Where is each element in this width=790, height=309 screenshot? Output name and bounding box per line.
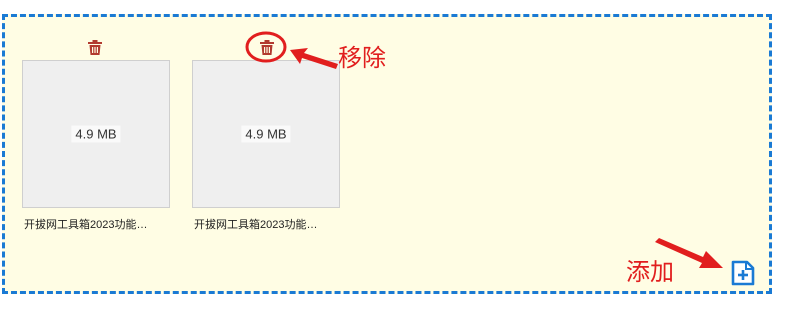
file-thumbnail[interactable]: 4.9 MB xyxy=(22,60,170,208)
annotation-arrow-icon xyxy=(290,48,338,69)
highlight-circle xyxy=(245,31,287,63)
trash-icon[interactable] xyxy=(88,40,102,55)
file-name: 开拔网工具箱2023功能… xyxy=(24,219,148,231)
file-size: 4.9 MB xyxy=(241,125,291,143)
file-size: 4.9 MB xyxy=(71,125,121,143)
file-thumbnail[interactable]: 4.9 MB xyxy=(192,60,340,208)
remove-annotation-label: 移除 xyxy=(338,44,386,72)
add-file-button[interactable] xyxy=(730,259,756,287)
add-annotation-label: 添加 xyxy=(626,258,674,286)
file-name: 开拔网工具箱2023功能… xyxy=(194,219,318,231)
file-add-icon xyxy=(731,260,755,286)
